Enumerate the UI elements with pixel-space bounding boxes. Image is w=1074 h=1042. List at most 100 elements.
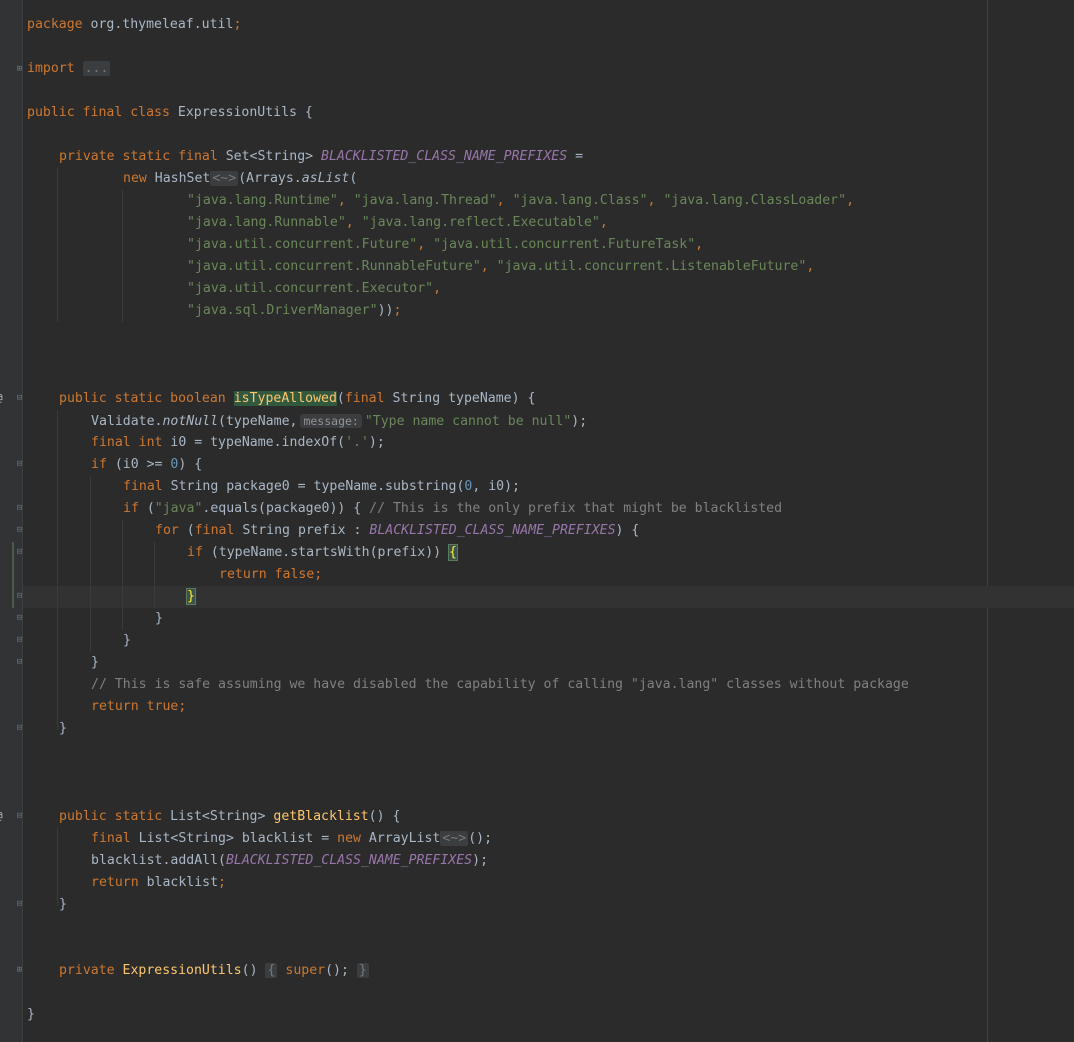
code-line-package0[interactable]: final String package0 = typeName.substri… — [123, 476, 520, 498]
fold-collapse-icon[interactable]: ⊟ — [15, 812, 24, 821]
indent-guide — [154, 542, 155, 608]
gutter-divider — [22, 0, 23, 1042]
ctor-name[interactable]: ExpressionUtils — [123, 963, 242, 978]
end: ); — [472, 853, 489, 868]
class-ref: Validate. — [91, 414, 163, 429]
end: ) { — [615, 523, 640, 538]
code-line-strings[interactable]: "java.util.concurrent.RunnableFuture", "… — [187, 256, 814, 278]
editor-gutter[interactable] — [0, 0, 22, 1042]
fold-end-icon[interactable]: ⊟ — [15, 592, 24, 601]
code-line-return-blacklist[interactable]: return blacklist; — [91, 872, 226, 894]
param-hint: message: — [300, 414, 362, 428]
code-line-return-false[interactable]: return false; — [219, 564, 322, 586]
fold-collapse-icon[interactable]: ⊟ — [15, 394, 24, 403]
fold-end-icon[interactable]: ⊟ — [15, 614, 24, 623]
code-line-comment[interactable]: // This is safe assuming we have disable… — [91, 674, 909, 696]
comma: , — [345, 215, 362, 230]
fold-expand-icon[interactable]: ⊞ — [15, 65, 24, 74]
code-line-strings[interactable]: "java.sql.DriverManager")); — [187, 300, 401, 322]
fold-end-icon[interactable]: ⊟ — [15, 636, 24, 645]
code-line-class-close[interactable]: } — [27, 1004, 35, 1026]
folded-body-close[interactable]: } — [356, 963, 369, 978]
ctor: ArrayList — [360, 831, 441, 846]
args: (typeName, — [218, 414, 298, 429]
expr: blacklist — [138, 875, 219, 890]
code-line-method-decl[interactable]: public static boolean isTypeAllowed(fina… — [59, 388, 535, 410]
method-name[interactable]: isTypeAllowed — [233, 391, 337, 406]
change-marker[interactable] — [12, 542, 14, 608]
code-line-validate[interactable]: Validate.notNull(typeName, message: "Type … — [91, 410, 587, 432]
method-name[interactable]: getBlacklist — [273, 809, 368, 824]
keyword: public static boolean — [59, 391, 226, 406]
code-line-close[interactable]: } — [123, 630, 131, 652]
code-line-addall[interactable]: blacklist.addAll(BLACKLISTED_CLASS_NAME_… — [91, 850, 488, 872]
fold-collapse-icon[interactable]: ⊟ — [15, 504, 24, 513]
fold-end-icon[interactable]: ⊟ — [15, 658, 24, 667]
code-line-method2-decl[interactable]: public static List<String> getBlacklist(… — [59, 806, 400, 828]
code-line-close[interactable]: } — [59, 894, 67, 916]
expr: String prefix : — [234, 523, 370, 538]
code-line-if[interactable]: if (i0 >= 0) { — [91, 454, 202, 476]
string-literal: "java.sql.DriverManager" — [187, 303, 378, 318]
fold-expand-icon[interactable]: ⊞ — [15, 966, 24, 975]
right-margin-guide — [987, 0, 988, 1042]
string-literal: "java.lang.ClassLoader" — [663, 193, 847, 208]
code-line-import[interactable]: import ... — [27, 58, 111, 80]
diamond-fold[interactable]: <~> — [440, 831, 469, 846]
string-literal: "java" — [154, 501, 203, 516]
semicolon: ; — [233, 17, 242, 32]
string-literal: "java.util.concurrent.FutureTask" — [433, 237, 696, 252]
end: (); — [468, 831, 493, 846]
indent-guide — [122, 190, 123, 322]
end: , i0); — [472, 479, 520, 494]
code-line-return-true[interactable]: return true; — [91, 696, 186, 718]
code-line-strings[interactable]: "java.lang.Runtime", "java.lang.Thread",… — [187, 190, 854, 212]
brace: } — [27, 1007, 35, 1022]
code-line-package[interactable]: package org.thymeleaf.util; — [27, 14, 241, 36]
code-line-for[interactable]: for (final String prefix : BLACKLISTED_C… — [155, 520, 639, 542]
fold-collapse-icon[interactable]: ⊟ — [15, 460, 24, 469]
keyword: if — [187, 545, 203, 560]
method: asList — [301, 171, 350, 186]
string-literal: "java.util.concurrent.RunnableFuture" — [187, 259, 481, 274]
code-line-i0[interactable]: final int i0 = typeName.indexOf('.'); — [91, 432, 385, 454]
code-line-strings[interactable]: "java.util.concurrent.Future", "java.uti… — [187, 234, 703, 256]
code-line-ctor[interactable]: private ExpressionUtils() { super(); } — [59, 960, 369, 982]
comment: // This is safe assuming we have disable… — [91, 677, 909, 692]
code-line-close[interactable]: } — [155, 608, 163, 630]
fold-collapse-icon[interactable]: ⊟ — [15, 548, 24, 557]
method: notNull — [162, 414, 219, 429]
ctor: HashSet — [146, 171, 211, 186]
string-literal: "java.util.concurrent.Future" — [187, 237, 418, 252]
brace: } — [59, 897, 67, 912]
implemented-at-icon[interactable]: @ — [0, 810, 6, 822]
code-line-caret[interactable]: } — [186, 586, 196, 608]
code-line-close[interactable]: } — [59, 718, 67, 740]
open: ( — [138, 501, 155, 516]
code-line-if-java[interactable]: if ("java".equals(package0)) { // This i… — [123, 498, 782, 520]
folded-imports[interactable]: ... — [82, 61, 111, 76]
diamond-fold[interactable]: <~> — [210, 171, 239, 186]
end: ); — [368, 435, 385, 450]
package-name: org.thymeleaf.util — [82, 17, 234, 32]
code-line-class-decl[interactable]: public final class ExpressionUtils { — [27, 102, 313, 124]
indent-guide — [57, 828, 58, 906]
comma: , — [433, 281, 442, 296]
code-line-close[interactable]: } — [91, 652, 99, 674]
code-line-blacklist-decl[interactable]: final List<String> blacklist = new Array… — [91, 828, 492, 850]
code-line-if-starts[interactable]: if (typeName.startsWith(prefix)) { — [187, 542, 458, 564]
fold-end-icon[interactable]: ⊟ — [15, 724, 24, 733]
code-line-strings[interactable]: "java.lang.Runnable", "java.lang.reflect… — [187, 212, 608, 234]
expr: String package0 = typeName.substring( — [162, 479, 465, 494]
folded-body-open[interactable]: { — [265, 963, 278, 978]
code-line-strings[interactable]: "java.util.concurrent.Executor", — [187, 278, 441, 300]
comma: , — [417, 237, 434, 252]
parens: () — [241, 963, 258, 978]
code-line-field[interactable]: private static final Set<String> BLACKLI… — [59, 146, 583, 168]
implemented-at-icon[interactable]: @ — [0, 392, 6, 404]
close-parens: )) — [377, 303, 394, 318]
fold-end-icon[interactable]: ⊟ — [15, 900, 24, 909]
code-line-field-init[interactable]: new HashSet <~> (Arrays.asList( — [123, 168, 357, 190]
fold-collapse-icon[interactable]: ⊟ — [15, 526, 24, 535]
indent-guide — [122, 520, 123, 630]
